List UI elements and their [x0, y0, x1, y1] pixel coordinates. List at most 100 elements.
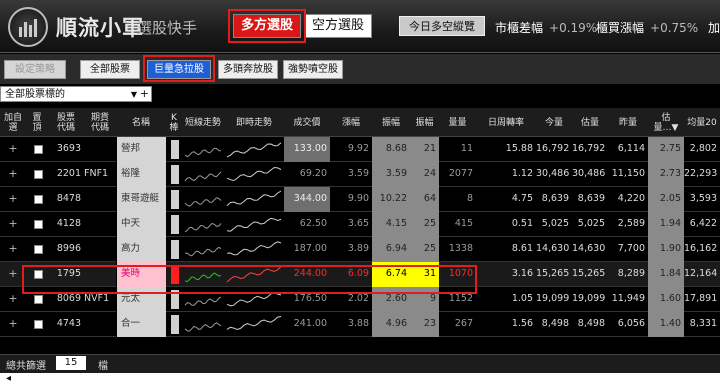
column-header[interactable]: 股票 代碼 [48, 108, 84, 137]
active-tab-highlight [228, 9, 306, 43]
add-watchlist-icon[interactable]: + [6, 237, 20, 261]
turnover-rate: 4.75 [511, 193, 533, 204]
stat-truncated: 加 [708, 19, 720, 36]
column-header[interactable]: 量量 [439, 108, 476, 137]
strategy-toolbar: 設定策略 全部股票 巨量急拉股 多頭奔放股 強勢噴空股 [0, 54, 720, 84]
pin-checkbox[interactable] [34, 170, 43, 179]
pin-checkbox[interactable] [34, 295, 43, 304]
pin-checkbox[interactable] [34, 145, 43, 154]
estimated-volume: 8,498 [577, 318, 605, 329]
estimated-volume: 14,630 [572, 243, 606, 254]
avg-volume-20: 12,164 [684, 268, 718, 279]
table-row[interactable]: +8478 東哥遊艇 344.00 9.90 10.22 64 8 4.75 8,639 8,63… [0, 187, 720, 212]
change-pct: 3.88 [347, 318, 369, 329]
futures-code [84, 187, 116, 212]
column-header[interactable]: 成交價 [284, 108, 330, 137]
column-header[interactable]: 漲幅 [330, 108, 372, 137]
column-header[interactable]: 振幅 [372, 108, 410, 137]
add-icon[interactable]: + [140, 86, 149, 101]
add-watchlist-icon[interactable]: + [6, 212, 20, 236]
avg-volume-20: 22,293 [684, 168, 718, 179]
set-strategy-button[interactable]: 設定策略 [4, 60, 66, 79]
all-stocks-button[interactable]: 全部股票 [80, 60, 140, 79]
stock-name: 東哥遊艇 [116, 187, 166, 212]
yesterday-volume: 6,056 [617, 318, 645, 329]
app-title: 順流小軍 [56, 15, 144, 40]
today-volume: 19,099 [536, 293, 570, 304]
last-price: 69.20 [299, 168, 327, 179]
highlighted-row-frame [22, 265, 477, 294]
stat-value: +0.19% [549, 21, 598, 35]
add-watchlist-icon[interactable]: + [6, 187, 20, 211]
short-trend-sparkline [182, 237, 224, 262]
table-row[interactable]: +4743 合一 241.00 3.88 4.96 23 267 1.56 8,498 8,498… [0, 312, 720, 337]
stock-code: 4743 [56, 318, 81, 329]
volume-tick: 1338 [448, 243, 473, 254]
yesterday-volume: 4,220 [617, 193, 645, 204]
stat-value: +0.75% [650, 21, 699, 35]
column-header[interactable]: 加自 選 [0, 108, 26, 137]
app-subtitle: 選股快手 [137, 19, 198, 37]
table-row[interactable]: +8996 高力 187.00 3.89 6.94 25 1338 8.61 14,630 14,… [0, 237, 720, 262]
stock-code: 8478 [56, 193, 81, 204]
today-overview-button[interactable]: 今日多空縱覽 [399, 16, 485, 36]
stat-label: 市櫃差幅 [495, 21, 544, 35]
short-squeeze-button[interactable]: 強勢噴空股 [283, 60, 343, 79]
turnover-rate: 1.12 [511, 168, 533, 179]
add-watchlist-icon[interactable]: + [6, 312, 20, 336]
today-volume: 16,792 [536, 143, 570, 154]
column-header[interactable]: 即時走勢 [224, 108, 284, 137]
horizontal-scrollbar[interactable]: ◂ [0, 373, 720, 384]
column-header[interactable]: 估 量…▼ [648, 108, 684, 137]
pin-checkbox[interactable] [34, 320, 43, 329]
pin-checkbox[interactable] [34, 245, 43, 254]
table-row[interactable]: +2201 FNF1 裕隆 69.20 3.59 3.59 24 2077 1.12 30,486… [0, 162, 720, 187]
column-header[interactable]: 估量 [572, 108, 608, 137]
today-volume: 14,630 [536, 243, 570, 254]
column-header[interactable]: 均量20 [684, 108, 720, 137]
candlestick-icon [171, 215, 179, 234]
last-price: 344.00 [284, 187, 330, 212]
column-header[interactable]: 置 頂 [26, 108, 48, 137]
otc-change-stat: 櫃買漲幅 +0.75% [596, 19, 698, 36]
column-header[interactable]: K 棒 [166, 108, 182, 137]
column-header[interactable]: 期貨 代碼 [84, 108, 116, 137]
column-header[interactable]: 昨量 [608, 108, 648, 137]
last-price: 133.00 [284, 137, 330, 162]
column-header[interactable]: 短線走勢 [182, 108, 224, 137]
short-trend-sparkline [182, 312, 224, 337]
column-header[interactable]: 振幅 [410, 108, 439, 137]
add-watchlist-icon[interactable]: + [6, 262, 20, 286]
futures-code: FNF1 [84, 168, 109, 179]
column-header[interactable]: 名稱 [116, 108, 166, 137]
scroll-left-icon[interactable]: ◂ [6, 373, 11, 384]
volume-tick: 11 [460, 143, 473, 154]
stock-code: 3693 [56, 143, 81, 154]
short-trend-sparkline [182, 212, 224, 237]
column-header[interactable]: 今量 [536, 108, 572, 137]
stock-universe-value: 全部股票標的 [5, 89, 65, 100]
volume-ratio: 1.84 [648, 262, 684, 287]
change-pct: 9.90 [347, 193, 369, 204]
add-watchlist-icon[interactable]: + [6, 287, 20, 311]
bull-run-button[interactable]: 多頭奔放股 [218, 60, 278, 79]
add-watchlist-icon[interactable]: + [6, 162, 20, 186]
stock-name: 裕隆 [116, 162, 166, 187]
stat-label: 櫃買漲幅 [596, 21, 645, 35]
chevron-down-icon[interactable]: ▼ [131, 87, 137, 102]
pin-checkbox[interactable] [34, 195, 43, 204]
add-watchlist-icon[interactable]: + [6, 137, 20, 161]
selected-strategy-highlight [143, 55, 215, 82]
tab-short-picks[interactable]: 空方選股 [304, 14, 372, 38]
table-row[interactable]: +3693 營邦 133.00 9.92 8.68 21 11 15.88 16,792 16,7… [0, 137, 720, 162]
column-header[interactable]: 日周轉率 [476, 108, 536, 137]
pin-checkbox[interactable] [34, 220, 43, 229]
turnover-rate: 0.51 [511, 218, 533, 229]
amplitude-rank: 25 [410, 212, 439, 237]
table-row[interactable]: +4128 中天 62.50 3.65 4.15 25 415 0.51 5,025 5,025 2… [0, 212, 720, 237]
volume-ratio: 2.75 [648, 137, 684, 162]
stock-name: 中天 [116, 212, 166, 237]
estimated-volume: 15,265 [572, 268, 606, 279]
volume-ratio: 1.40 [648, 312, 684, 337]
stock-universe-select[interactable]: 全部股票標的 ▼ + [0, 86, 152, 102]
